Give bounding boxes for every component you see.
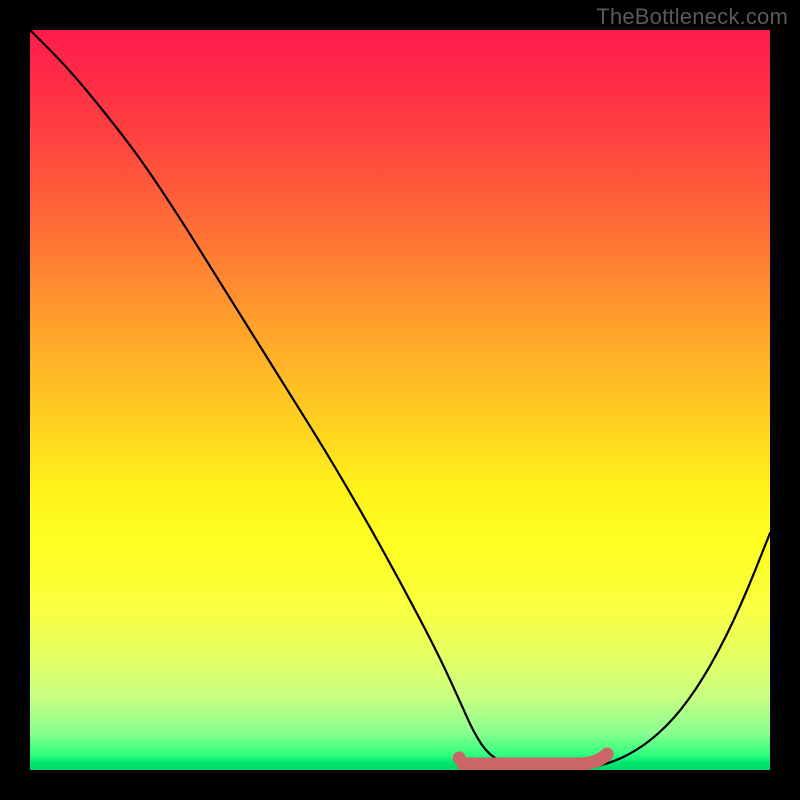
- watermark-label: TheBottleneck.com: [596, 4, 788, 30]
- highlight-range-line: [463, 754, 607, 764]
- bottleneck-curve-line: [30, 30, 770, 770]
- chart-plot-area: [30, 30, 770, 770]
- chart-svg: [30, 30, 770, 770]
- chart-frame: TheBottleneck.com: [0, 0, 800, 800]
